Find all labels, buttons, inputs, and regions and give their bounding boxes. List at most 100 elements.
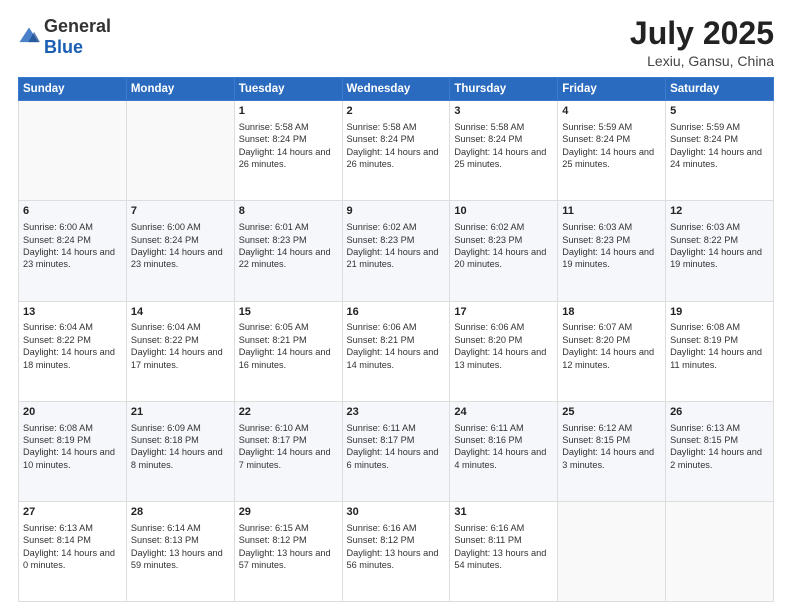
sunrise-text: Sunrise: 6:00 AM xyxy=(23,222,93,232)
calendar-cell: 20Sunrise: 6:08 AMSunset: 8:19 PMDayligh… xyxy=(19,401,127,501)
daylight-text: Daylight: 14 hours and 3 minutes. xyxy=(562,447,654,469)
sunset-text: Sunset: 8:15 PM xyxy=(670,435,738,445)
day-number: 4 xyxy=(562,104,661,119)
calendar-cell: 17Sunrise: 6:06 AMSunset: 8:20 PMDayligh… xyxy=(450,301,558,401)
sunrise-text: Sunrise: 5:59 AM xyxy=(670,122,740,132)
daylight-text: Daylight: 14 hours and 26 minutes. xyxy=(347,147,439,169)
calendar-cell: 31Sunrise: 6:16 AMSunset: 8:11 PMDayligh… xyxy=(450,501,558,601)
sunrise-text: Sunrise: 5:58 AM xyxy=(347,122,417,132)
daylight-text: Daylight: 14 hours and 12 minutes. xyxy=(562,347,654,369)
calendar-cell: 28Sunrise: 6:14 AMSunset: 8:13 PMDayligh… xyxy=(126,501,234,601)
day-number: 30 xyxy=(347,505,446,520)
sunrise-text: Sunrise: 6:02 AM xyxy=(347,222,417,232)
calendar-cell: 8Sunrise: 6:01 AMSunset: 8:23 PMDaylight… xyxy=(234,201,342,301)
weekday-header-row: SundayMondayTuesdayWednesdayThursdayFrid… xyxy=(19,78,774,101)
header: General Blue July 2025 Lexiu, Gansu, Chi… xyxy=(18,16,774,69)
sunrise-text: Sunrise: 6:02 AM xyxy=(454,222,524,232)
weekday-header-thursday: Thursday xyxy=(450,78,558,101)
sunrise-text: Sunrise: 6:16 AM xyxy=(347,523,417,533)
day-number: 25 xyxy=(562,405,661,420)
daylight-text: Daylight: 14 hours and 22 minutes. xyxy=(239,247,331,269)
sunrise-text: Sunrise: 6:01 AM xyxy=(239,222,309,232)
sunset-text: Sunset: 8:23 PM xyxy=(454,235,522,245)
sunrise-text: Sunrise: 6:06 AM xyxy=(454,322,524,332)
sunset-text: Sunset: 8:17 PM xyxy=(239,435,307,445)
day-number: 12 xyxy=(670,204,769,219)
sunset-text: Sunset: 8:24 PM xyxy=(131,235,199,245)
calendar-cell: 19Sunrise: 6:08 AMSunset: 8:19 PMDayligh… xyxy=(666,301,774,401)
day-number: 16 xyxy=(347,305,446,320)
calendar-week-3: 13 Sunrise: 6:04 AM Sunset: 8:22 PM Dayligh… xyxy=(19,301,774,401)
daylight-text: Daylight: 14 hours and 25 minutes. xyxy=(454,147,546,169)
calendar-week-1: 1Sunrise: 5:58 AMSunset: 8:24 PMDaylight… xyxy=(19,101,774,201)
daylight-text: Daylight: 14 hours and 2 minutes. xyxy=(670,447,762,469)
sunrise-text: Sunrise: 6:04 AM xyxy=(131,322,201,332)
calendar-cell: 14Sunrise: 6:04 AMSunset: 8:22 PMDayligh… xyxy=(126,301,234,401)
day-number: 11 xyxy=(562,204,661,219)
title-block: July 2025 Lexiu, Gansu, China xyxy=(630,16,774,69)
day-number: 28 xyxy=(131,505,230,520)
sunrise-text: Sunrise: 6:16 AM xyxy=(454,523,524,533)
calendar-week-4: 20Sunrise: 6:08 AMSunset: 8:19 PMDayligh… xyxy=(19,401,774,501)
daylight-text: Daylight: 14 hours and 18 minutes. xyxy=(23,347,115,369)
sunrise-text: Sunrise: 6:05 AM xyxy=(239,322,309,332)
weekday-header-sunday: Sunday xyxy=(19,78,127,101)
logo: General Blue xyxy=(18,16,111,58)
day-number: 26 xyxy=(670,405,769,420)
sunrise-text: Sunrise: 6:03 AM xyxy=(562,222,632,232)
calendar-cell xyxy=(126,101,234,201)
calendar-cell: 3Sunrise: 5:58 AMSunset: 8:24 PMDaylight… xyxy=(450,101,558,201)
sunset-text: Sunset: 8:19 PM xyxy=(670,335,738,345)
daylight-text: Daylight: 14 hours and 24 minutes. xyxy=(670,147,762,169)
sunrise-text: Sunrise: 6:15 AM xyxy=(239,523,309,533)
calendar-cell: 11Sunrise: 6:03 AMSunset: 8:23 PMDayligh… xyxy=(558,201,666,301)
sunrise-text: Sunrise: 6:04 AM xyxy=(23,322,93,332)
daylight-text: Daylight: 14 hours and 4 minutes. xyxy=(454,447,546,469)
calendar-week-5: 27Sunrise: 6:13 AMSunset: 8:14 PMDayligh… xyxy=(19,501,774,601)
sunrise-text: Sunrise: 6:11 AM xyxy=(454,423,523,433)
day-number: 6 xyxy=(23,204,122,219)
sunset-text: Sunset: 8:22 PM xyxy=(131,335,199,345)
sunset-text: Sunset: 8:13 PM xyxy=(131,535,199,545)
sunset-text: Sunset: 8:20 PM xyxy=(562,335,630,345)
sunset-text: Sunset: 8:20 PM xyxy=(454,335,522,345)
calendar-cell: 24Sunrise: 6:11 AMSunset: 8:16 PMDayligh… xyxy=(450,401,558,501)
daylight-text: Daylight: 14 hours and 19 minutes. xyxy=(670,247,762,269)
sunset-text: Sunset: 8:14 PM xyxy=(23,535,91,545)
sunset-text: Sunset: 8:17 PM xyxy=(347,435,415,445)
calendar-cell: 30Sunrise: 6:16 AMSunset: 8:12 PMDayligh… xyxy=(342,501,450,601)
calendar-cell: 25Sunrise: 6:12 AMSunset: 8:15 PMDayligh… xyxy=(558,401,666,501)
weekday-header-tuesday: Tuesday xyxy=(234,78,342,101)
calendar-cell: 5Sunrise: 5:59 AMSunset: 8:24 PMDaylight… xyxy=(666,101,774,201)
calendar-cell xyxy=(666,501,774,601)
logo-icon xyxy=(18,26,40,48)
weekday-header-monday: Monday xyxy=(126,78,234,101)
daylight-text: Daylight: 14 hours and 14 minutes. xyxy=(347,347,439,369)
sunrise-text: Sunrise: 6:08 AM xyxy=(670,322,740,332)
calendar-cell: 4Sunrise: 5:59 AMSunset: 8:24 PMDaylight… xyxy=(558,101,666,201)
calendar-cell: 27Sunrise: 6:13 AMSunset: 8:14 PMDayligh… xyxy=(19,501,127,601)
daylight-text: Daylight: 13 hours and 59 minutes. xyxy=(131,548,223,570)
sunrise-text: Sunrise: 6:13 AM xyxy=(670,423,740,433)
day-number: 7 xyxy=(131,204,230,219)
sunset-text: Sunset: 8:11 PM xyxy=(454,535,521,545)
sunset-text: Sunset: 8:16 PM xyxy=(454,435,522,445)
day-number: 13 xyxy=(23,305,122,320)
sunset-text: Sunset: 8:24 PM xyxy=(347,134,415,144)
logo-general: General xyxy=(44,16,111,36)
sunset-text: Sunset: 8:24 PM xyxy=(239,134,307,144)
weekday-header-friday: Friday xyxy=(558,78,666,101)
daylight-text: Daylight: 14 hours and 23 minutes. xyxy=(23,247,115,269)
daylight-text: Daylight: 13 hours and 57 minutes. xyxy=(239,548,331,570)
sunset-text: Sunset: 8:22 PM xyxy=(23,335,91,345)
sunset-text: Sunset: 8:24 PM xyxy=(670,134,738,144)
calendar-cell: 18Sunrise: 6:07 AMSunset: 8:20 PMDayligh… xyxy=(558,301,666,401)
daylight-text: Daylight: 14 hours and 21 minutes. xyxy=(347,247,439,269)
daylight-text: Daylight: 14 hours and 10 minutes. xyxy=(23,447,115,469)
sunrise-text: Sunrise: 6:00 AM xyxy=(131,222,201,232)
sunset-text: Sunset: 8:15 PM xyxy=(562,435,630,445)
calendar-week-2: 6 Sunrise: 6:00 AM Sunset: 8:24 PM Daylight… xyxy=(19,201,774,301)
calendar-cell: 16Sunrise: 6:06 AMSunset: 8:21 PMDayligh… xyxy=(342,301,450,401)
day-number: 10 xyxy=(454,204,553,219)
daylight-text: Daylight: 13 hours and 56 minutes. xyxy=(347,548,439,570)
